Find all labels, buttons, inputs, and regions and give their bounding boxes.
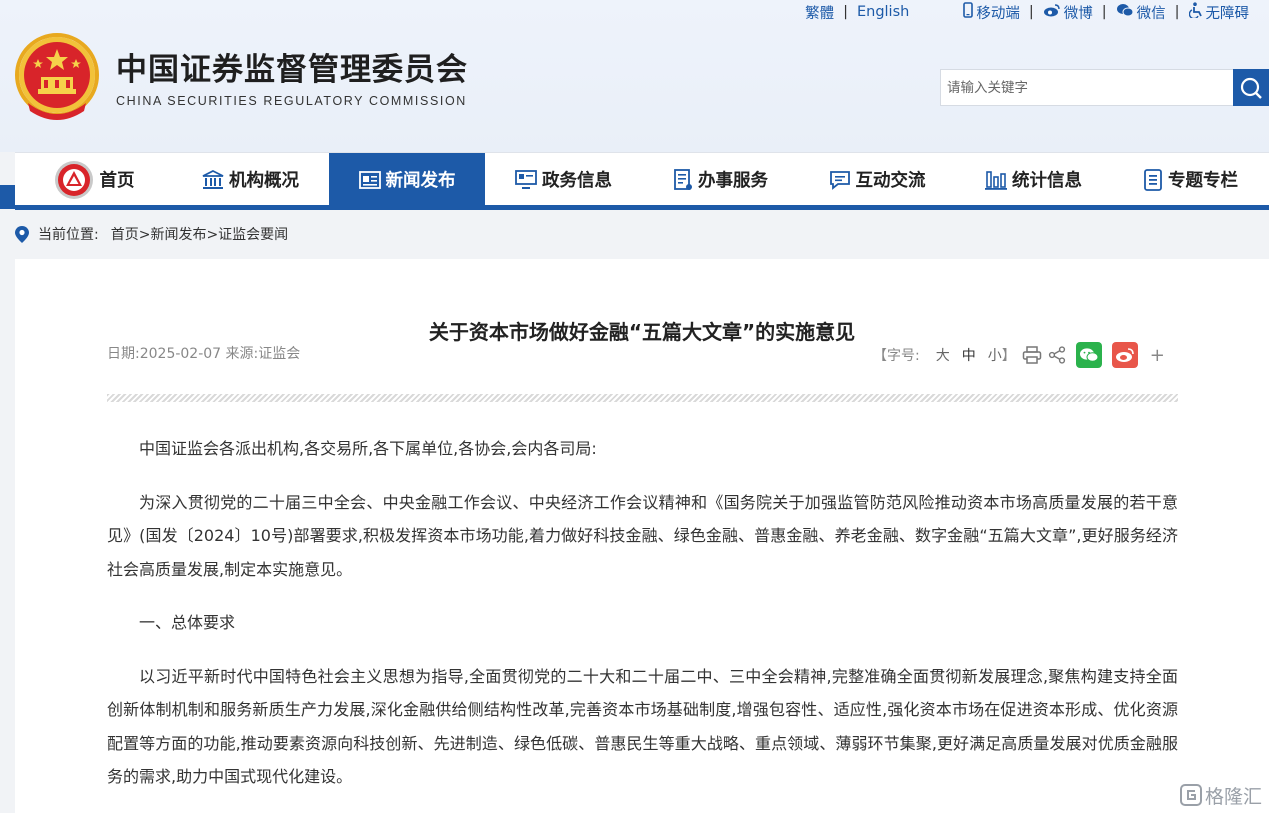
nav-item-interaction[interactable]: 互动交流 <box>799 153 955 206</box>
breadcrumb-path[interactable]: 首页>新闻发布>证监会要闻 <box>111 224 288 244</box>
weibo-share-button[interactable] <box>1111 342 1138 368</box>
font-size-label: 【字号: <box>873 348 920 364</box>
main-nav: 首页 机构概况 新闻发布 政务信息 办事服务 互动交流 统计信息 专题专栏 <box>15 152 1269 206</box>
font-size-small[interactable]: 小 <box>988 345 1002 365</box>
article-meta: 日期:2025-02-07 来源:证监会 <box>107 346 301 362</box>
separator: | <box>1101 4 1107 20</box>
building-icon <box>202 169 224 189</box>
location-pin-icon <box>15 225 29 243</box>
wechat-link[interactable]: 微信 <box>1137 2 1166 23</box>
weibo-link[interactable]: 微博 <box>1064 2 1093 23</box>
separator: | <box>1028 4 1034 20</box>
accessibility-icon <box>1188 2 1203 22</box>
nav-item-government-info[interactable]: 政务信息 <box>485 153 642 206</box>
watermark-logo-icon <box>1180 784 1202 806</box>
nav-item-services[interactable]: 办事服务 <box>642 153 799 206</box>
nav-item-special-topics[interactable]: 专题专栏 <box>1112 153 1269 206</box>
nav-item-statistics[interactable]: 统计信息 <box>955 153 1112 206</box>
print-icon[interactable] <box>1022 346 1042 364</box>
nav-label: 首页 <box>99 171 135 191</box>
site-title-english: CHINA SECURITIES REGULATORY COMMISSION <box>116 94 467 108</box>
font-size-large[interactable]: 大 <box>936 345 950 365</box>
chat-icon <box>829 170 850 190</box>
nav-label: 政务信息 <box>542 171 612 191</box>
watermark: 格隆汇 <box>1180 781 1262 809</box>
article-body: 中国证监会各派出机构,各交易所,各下属单位,各协会,会内各司局: 为深入贯彻党的… <box>107 432 1178 813</box>
weibo-icon <box>1115 348 1134 362</box>
nav-label: 办事服务 <box>698 171 768 191</box>
separator: | <box>1174 4 1180 20</box>
breadcrumb: 当前位置: 首页>新闻发布>证监会要闻 <box>15 213 1269 255</box>
nav-accent <box>0 185 15 209</box>
search-input[interactable] <box>940 69 1233 106</box>
nav-label: 互动交流 <box>855 171 926 191</box>
font-size-close: 】 <box>1001 348 1016 364</box>
share-icon[interactable] <box>1048 346 1066 364</box>
site-title[interactable]: 中国证券监督管理委员会 <box>116 44 468 89</box>
nav-item-news[interactable]: 新闻发布 <box>329 153 485 206</box>
breadcrumb-label: 当前位置: <box>38 227 99 243</box>
font-size-medium[interactable]: 中 <box>962 345 976 365</box>
nav-label: 统计信息 <box>1012 171 1082 191</box>
bar-chart-icon <box>985 170 1007 190</box>
monitor-icon <box>515 169 537 189</box>
nav-label: 机构概况 <box>229 171 299 191</box>
news-icon <box>358 170 381 189</box>
english-link[interactable]: English <box>857 4 909 20</box>
weibo-icon <box>1043 3 1061 21</box>
site-header: 中国证券监督管理委员会 CHINA SECURITIES REGULATORY … <box>0 0 1269 152</box>
article-title: 关于资本市场做好金融“五篇大文章”的实施意见 <box>428 320 856 344</box>
traditional-chinese-link[interactable]: 繁體 <box>805 2 834 23</box>
search-button[interactable] <box>1233 69 1269 106</box>
article-paragraph: 为深入贯彻党的二十届三中全会、中央金融工作会议、中央经济工作会议精神和《国务院关… <box>107 492 1178 579</box>
search-bar <box>940 69 1269 106</box>
nav-label: 专题专栏 <box>1168 171 1238 191</box>
mobile-icon <box>963 2 974 22</box>
watermark-text: 格隆汇 <box>1205 785 1263 808</box>
article-paragraph: 中国证监会各派出机构,各交易所,各下属单位,各协会,会内各司局: <box>139 439 597 458</box>
accessibility-link[interactable]: 无障碍 <box>1206 2 1250 23</box>
title-divider <box>107 394 1178 402</box>
national-emblem-icon[interactable] <box>14 33 100 121</box>
nav-label: 新闻发布 <box>385 171 456 191</box>
article-section-heading: 一、总体要求 <box>139 613 236 632</box>
article-paragraph: 以习近平新时代中国特色社会主义思想为指导,全面贯彻党的二十大和二十届二中、三中全… <box>107 666 1178 787</box>
list-icon <box>1144 168 1162 191</box>
document-icon <box>674 168 692 190</box>
wechat-icon <box>1116 3 1134 21</box>
separator: | <box>843 4 848 20</box>
wechat-share-button[interactable] <box>1075 342 1102 368</box>
nav-item-institution[interactable]: 机构概况 <box>172 153 329 206</box>
search-icon <box>1240 77 1262 99</box>
article-container: 关于资本市场做好金融“五篇大文章”的实施意见 日期:2025-02-07 来源:… <box>15 259 1269 813</box>
nav-underline <box>15 205 1269 210</box>
more-share-icon[interactable]: + <box>1150 345 1165 366</box>
emblem-icon <box>54 160 93 199</box>
top-links: 繁體 | English 移动端 | 微博 | 微信 | 无障碍 <box>805 2 1249 22</box>
nav-item-home[interactable]: 首页 <box>15 153 172 206</box>
article-tools: 【字号: 大 中 小 】 + <box>873 342 1165 368</box>
mobile-link[interactable]: 移动端 <box>976 2 1020 23</box>
wechat-icon <box>1079 348 1099 362</box>
